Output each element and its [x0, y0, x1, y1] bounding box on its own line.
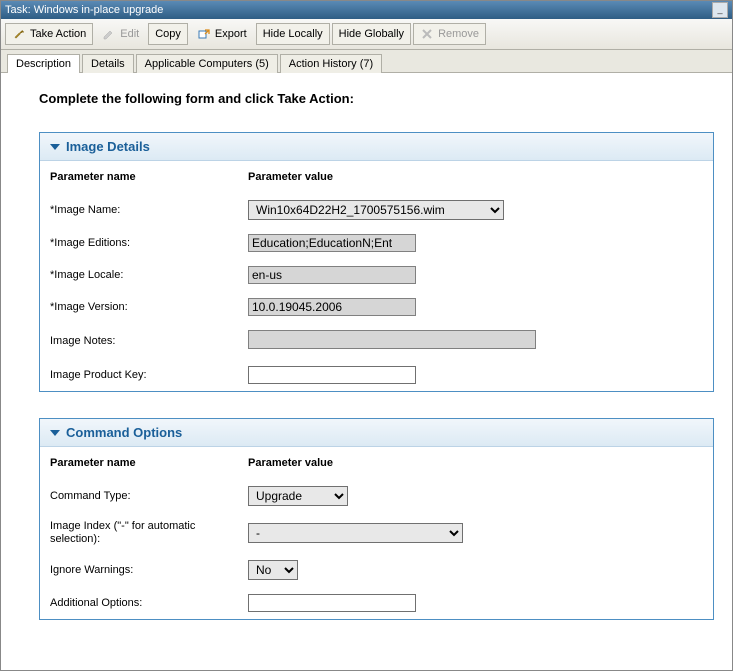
tab-applicable-label: Applicable Computers (5) — [145, 58, 269, 70]
image-details-header[interactable]: Image Details — [40, 133, 713, 161]
image-version-value: 10.0.19045.2006 — [248, 298, 416, 316]
image-notes-label: Image Notes: — [50, 335, 248, 347]
pencil-icon — [102, 27, 116, 41]
tab-description[interactable]: Description — [7, 54, 80, 73]
minimize-button[interactable]: _ — [712, 2, 728, 18]
hide-locally-button[interactable]: Hide Locally — [256, 23, 330, 45]
image-locale-value: en-us — [248, 266, 416, 284]
instruction-text: Complete the following form and click Ta… — [39, 91, 714, 106]
additional-options-label: Additional Options: — [50, 597, 248, 609]
image-details-section: Image Details Parameter name Parameter v… — [39, 132, 714, 392]
remove-x-icon — [420, 27, 434, 41]
tabstrip: Description Details Applicable Computers… — [1, 50, 732, 73]
tab-history-label: Action History (7) — [289, 58, 373, 70]
edit-label: Edit — [120, 28, 139, 40]
image-index-select[interactable]: - — [248, 523, 463, 543]
collapse-triangle-icon — [50, 144, 60, 150]
remove-label: Remove — [438, 28, 479, 40]
ignore-warnings-label: Ignore Warnings: — [50, 564, 248, 576]
image-editions-label: *Image Editions: — [50, 237, 248, 249]
export-button[interactable]: Export — [190, 23, 254, 45]
export-label: Export — [215, 28, 247, 40]
command-options-header[interactable]: Command Options — [40, 419, 713, 447]
copy-label: Copy — [155, 28, 181, 40]
tab-details-label: Details — [91, 58, 125, 70]
take-action-label: Take Action — [30, 28, 86, 40]
take-action-button[interactable]: Take Action — [5, 23, 93, 45]
tab-description-label: Description — [16, 58, 71, 70]
titlebar: Task: Windows in-place upgrade _ — [1, 1, 732, 19]
command-type-label: Command Type: — [50, 490, 248, 502]
task-window: Task: Windows in-place upgrade _ Take Ac… — [0, 0, 733, 671]
image-version-label: *Image Version: — [50, 301, 248, 313]
copy-button[interactable]: Copy — [148, 23, 188, 45]
image-locale-label: *Image Locale: — [50, 269, 248, 281]
col-header-name: Parameter name — [50, 457, 248, 469]
image-index-label: Image Index ("-" for automatic selection… — [50, 520, 248, 546]
tab-applicable-computers[interactable]: Applicable Computers (5) — [136, 54, 278, 73]
export-icon — [197, 27, 211, 41]
command-type-select[interactable]: Upgrade — [248, 486, 348, 506]
image-details-title: Image Details — [66, 139, 150, 154]
wrench-icon — [12, 27, 26, 41]
toolbar: Take Action Edit Copy Export Hide Locall… — [1, 19, 732, 50]
hide-locally-label: Hide Locally — [263, 28, 323, 40]
command-options-title: Command Options — [66, 425, 182, 440]
col-header-value: Parameter value — [248, 457, 703, 469]
ignore-warnings-select[interactable]: No — [248, 560, 298, 580]
edit-button[interactable]: Edit — [95, 23, 146, 45]
image-key-input[interactable] — [248, 366, 416, 384]
content-area: Complete the following form and click Ta… — [1, 73, 732, 670]
col-header-name: Parameter name — [50, 171, 248, 183]
collapse-triangle-icon — [50, 430, 60, 436]
image-editions-value: Education;EducationN;Ent — [248, 234, 416, 252]
command-options-section: Command Options Parameter name Parameter… — [39, 418, 714, 620]
image-notes-value — [248, 330, 536, 349]
additional-options-input[interactable] — [248, 594, 416, 612]
image-details-body: Parameter name Parameter value *Image Na… — [40, 161, 713, 391]
command-options-body: Parameter name Parameter value Command T… — [40, 447, 713, 619]
tab-action-history[interactable]: Action History (7) — [280, 54, 382, 73]
col-header-value: Parameter value — [248, 171, 703, 183]
image-key-label: Image Product Key: — [50, 369, 248, 381]
tab-details[interactable]: Details — [82, 54, 134, 73]
hide-globally-label: Hide Globally — [339, 28, 404, 40]
image-name-select[interactable]: Win10x64D22H2_1700575156.wim — [248, 200, 504, 220]
hide-globally-button[interactable]: Hide Globally — [332, 23, 411, 45]
remove-button[interactable]: Remove — [413, 23, 486, 45]
image-name-label: *Image Name: — [50, 204, 248, 216]
window-title: Task: Windows in-place upgrade — [5, 4, 163, 16]
